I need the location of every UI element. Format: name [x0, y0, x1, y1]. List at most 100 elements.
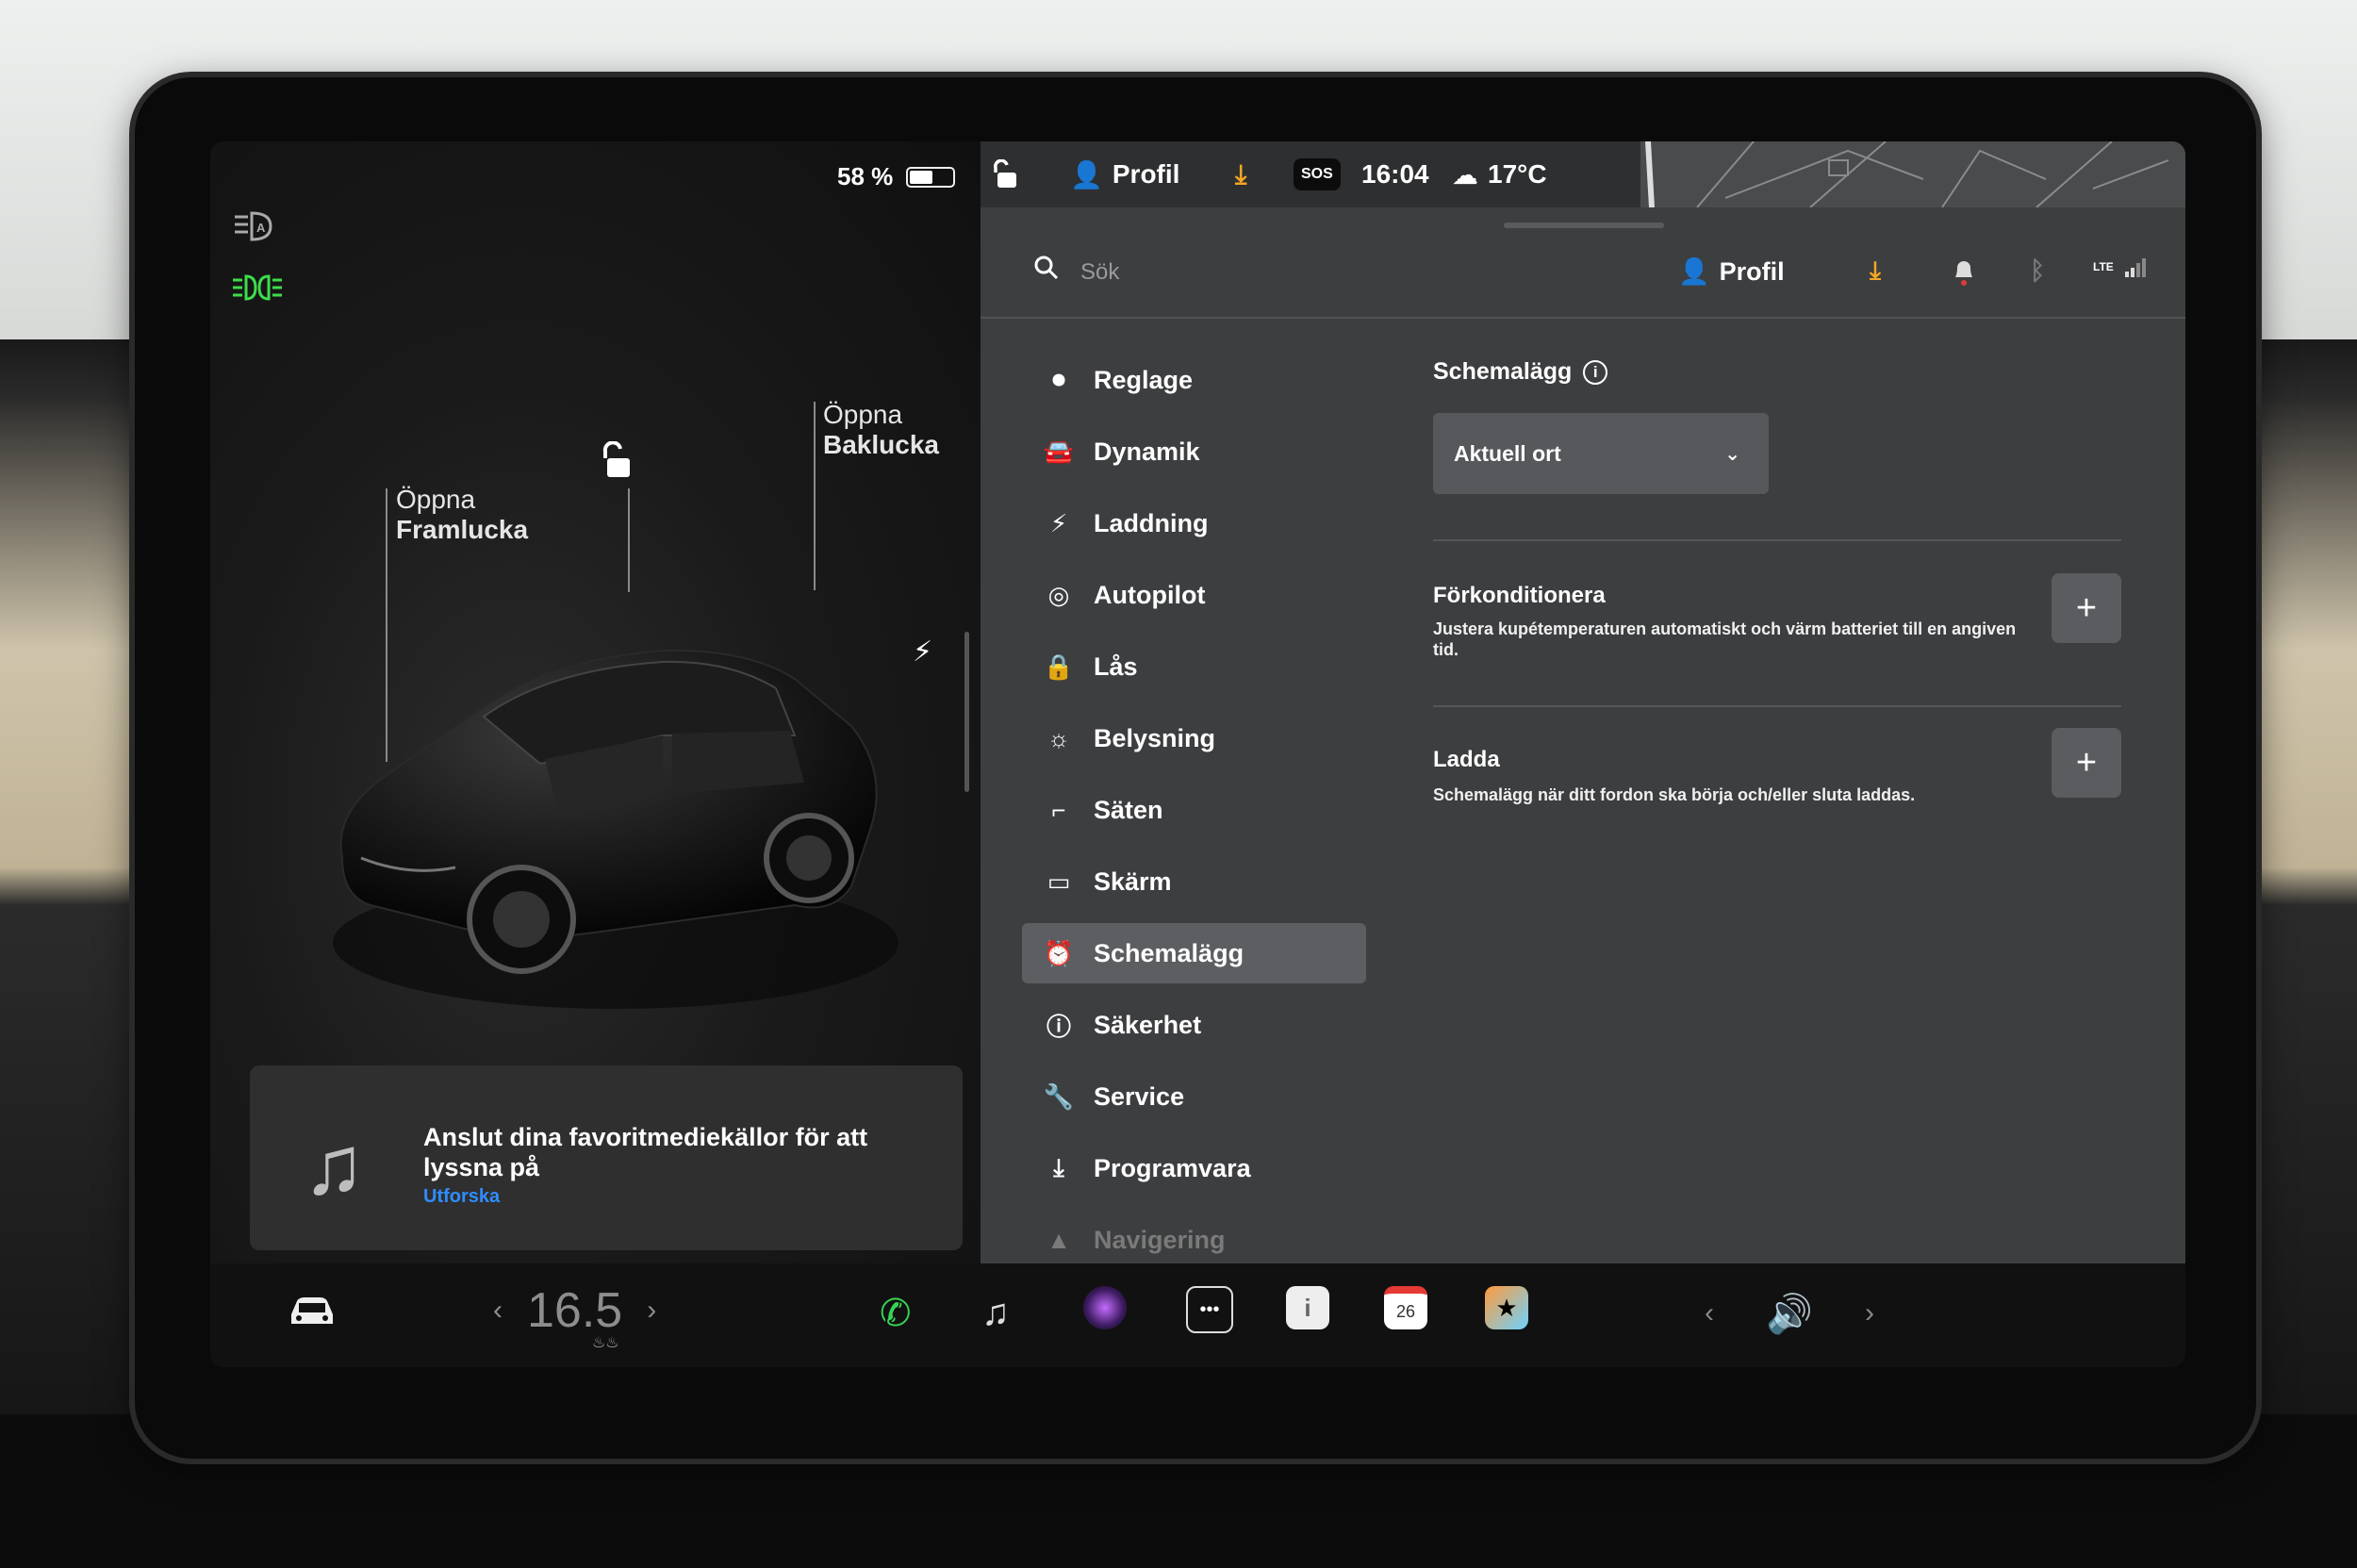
auto-headlight-icon[interactable]: A	[231, 209, 276, 252]
volume-increase-icon[interactable]: ›	[1865, 1297, 1874, 1329]
menu-item-label: Programvara	[1094, 1153, 1251, 1182]
schedule-title-text: Schemalägg	[1433, 358, 1573, 385]
media-card[interactable]: ♫ Anslut dina favoritmediekällor för att…	[250, 1065, 963, 1250]
menu-item-las[interactable]: 🔒 Lås	[1022, 631, 1366, 702]
clock: 16:04	[1361, 159, 1429, 189]
notification-bell-icon[interactable]	[1952, 256, 1976, 287]
precondition-title: Förkonditionera	[1433, 583, 1606, 608]
toggle-icon: ⏺	[1052, 365, 1065, 393]
menu-item-label: Säten	[1094, 795, 1163, 824]
manual-icon[interactable]: i	[1286, 1286, 1329, 1329]
info-icon[interactable]: i	[1583, 359, 1608, 385]
explore-link[interactable]: Utforska	[423, 1186, 500, 1208]
climate-temperature[interactable]: ‹ 16.5 ›	[493, 1282, 656, 1339]
download-icon: ⤓	[1053, 1153, 1064, 1181]
menu-item-service[interactable]: 🔧 Service	[1022, 1061, 1366, 1132]
add-precondition-button[interactable]: +	[2052, 573, 2121, 643]
weather: ☁ 17°C	[1452, 159, 1547, 190]
display-icon: ▭	[1047, 867, 1071, 896]
open-trunk-line2: Baklucka	[823, 430, 939, 459]
divider	[1433, 705, 2121, 707]
battery-fill	[910, 170, 933, 184]
menu-item-sakerhet[interactable]: ⓘ Säkerhet	[1022, 989, 1366, 1061]
music-icon[interactable]: ♫	[981, 1292, 1010, 1334]
volume-decrease-icon[interactable]: ‹	[1705, 1297, 1714, 1329]
menu-item-laddning[interactable]: ⚡ Laddning	[1022, 487, 1366, 559]
menu-item-dynamik[interactable]: 🚘 Dynamik	[1022, 416, 1366, 487]
menu-item-label: Skärm	[1094, 867, 1172, 896]
temperature-value: 16.5	[527, 1283, 623, 1338]
menu-item-label: Belysning	[1094, 723, 1216, 752]
sos-button[interactable]: SOS	[1294, 158, 1341, 190]
touchscreen: 58 % A Öppna Framlucka Öppna Baklucka ⚡ …	[210, 141, 2185, 1367]
status-bar: 👤 Profil ⤓ SOS 16:04 ☁ 17°C	[981, 141, 2185, 207]
bluetooth-icon[interactable]: ᛒ	[2030, 256, 2045, 286]
alert-circle-icon: ⓘ	[1046, 1012, 1071, 1041]
menu-item-programvara[interactable]: ⤓ Programvara	[1022, 1132, 1366, 1204]
map-preview[interactable]	[1640, 141, 2185, 207]
volume-icon[interactable]: 🔊	[1766, 1292, 1813, 1336]
menu-item-label: Lås	[1094, 652, 1138, 681]
car-front-icon: 🚘	[1043, 437, 1075, 466]
battery-indicator: 58 %	[837, 162, 956, 191]
sos-label: SOS	[1294, 158, 1341, 190]
location-dropdown-value: Aktuell ort	[1454, 440, 1561, 466]
charge-title: Ladda	[1433, 747, 1500, 772]
temp-decrease-icon[interactable]: ‹	[493, 1295, 503, 1327]
open-frunk-label[interactable]: Öppna Framlucka	[396, 485, 528, 545]
update-download-icon[interactable]: ⤓	[1235, 159, 1246, 190]
unlock-status-icon[interactable]	[992, 159, 1018, 190]
settings-menu: ⏺ Reglage 🚘 Dynamik ⚡ Laddning ◎ Autopilot 🔒…	[1022, 344, 1366, 1276]
parking-lights-icon[interactable]	[231, 273, 284, 310]
status-profile[interactable]: 👤 Profil	[1070, 159, 1179, 190]
bottom-dock: ‹ 16.5 › ♨♨ ✆ ♫ ••• i 26 ★ ‹ 🔊 ›	[210, 1263, 2185, 1367]
menu-item-belysning[interactable]: ☼ Belysning	[1022, 702, 1366, 774]
navigation-icon: ▲	[1047, 1225, 1071, 1254]
location-dropdown[interactable]: Aktuell ort ⌄	[1433, 413, 1769, 494]
menu-item-skarm[interactable]: ▭ Skärm	[1022, 846, 1366, 917]
charge-port-icon[interactable]: ⚡	[913, 635, 932, 668]
battery-percent: 58 %	[837, 162, 894, 190]
open-trunk-label[interactable]: Öppna Baklucka	[823, 400, 939, 460]
sun-icon: ☼	[1047, 723, 1070, 752]
alarm-clock-icon: ⏰	[1043, 938, 1075, 967]
header-profile[interactable]: 👤 Profil	[1678, 256, 1785, 287]
outside-temperature: 17°C	[1488, 159, 1547, 189]
calendar-icon[interactable]: 26	[1384, 1286, 1427, 1329]
menu-item-label: Autopilot	[1094, 580, 1206, 609]
header-download-icon[interactable]: ⤓	[1870, 256, 1881, 287]
vehicle-image	[333, 649, 898, 1009]
camera-icon[interactable]	[1083, 1286, 1127, 1329]
car-icon[interactable]	[286, 1292, 338, 1339]
menu-item-label: Service	[1094, 1081, 1185, 1111]
menu-item-saten[interactable]: ⌐ Säten	[1022, 774, 1366, 846]
menu-item-autopilot[interactable]: ◎ Autopilot	[1022, 559, 1366, 631]
precondition-description: Justera kupétemperaturen automatiskt och…	[1433, 619, 2017, 659]
settings-header: 👤 Profil ⤓ ᛒ LTE	[981, 232, 2185, 319]
toybox-icon[interactable]: ★	[1485, 1286, 1528, 1329]
seat-heater-icon[interactable]: ♨♨	[592, 1333, 619, 1352]
drawer-handle[interactable]	[1504, 223, 1664, 228]
menu-item-label: Schemalägg	[1094, 938, 1244, 967]
open-frunk-line2: Framlucka	[396, 515, 529, 544]
phone-icon[interactable]: ✆	[880, 1292, 912, 1335]
music-note-icon: ♫	[303, 1118, 365, 1212]
temp-increase-icon[interactable]: ›	[647, 1295, 656, 1327]
open-trunk-line1: Öppna	[823, 400, 903, 429]
steering-wheel-icon: ◎	[1047, 580, 1070, 609]
charge-description: Schemalägg när ditt fordon ska börja och…	[1433, 785, 1916, 804]
more-apps-icon[interactable]: •••	[1186, 1286, 1233, 1333]
schedule-title: Schemalägg i	[1433, 358, 2121, 386]
add-charge-schedule-button[interactable]: +	[2052, 728, 2121, 798]
wrench-icon: 🔧	[1043, 1081, 1075, 1111]
unlock-icon[interactable]	[600, 440, 632, 479]
header-profile-label: Profil	[1719, 256, 1785, 286]
menu-item-schemalagg[interactable]: ⏰ Schemalägg	[1022, 923, 1366, 983]
search-input[interactable]	[1079, 253, 1459, 292]
media-message: Anslut dina favoritmediekällor för att l…	[423, 1123, 868, 1181]
cloud-icon: ☁	[1452, 159, 1478, 190]
menu-item-label: Reglage	[1094, 365, 1194, 394]
bolt-icon: ⚡	[1049, 508, 1068, 537]
panel-resize-handle[interactable]	[964, 632, 969, 792]
menu-item-reglage[interactable]: ⏺ Reglage	[1022, 344, 1366, 416]
